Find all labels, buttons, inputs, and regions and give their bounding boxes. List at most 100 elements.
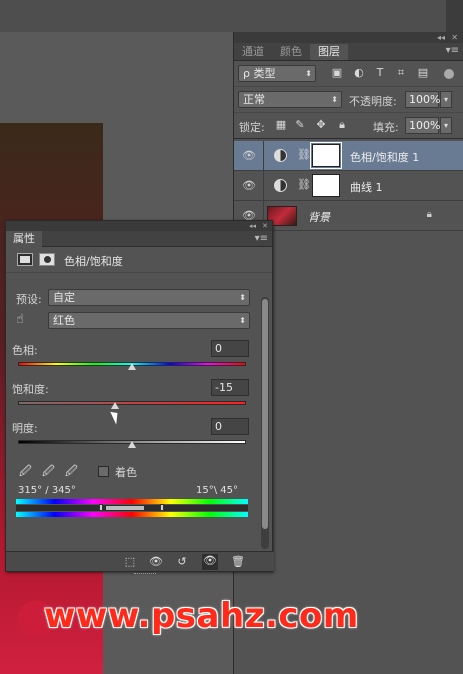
- saturation-label: 饱和度:: [12, 383, 49, 396]
- image-filter-icon[interactable]: ▣: [330, 66, 344, 80]
- toggle-visibility-icon[interactable]: 👁︎: [202, 554, 218, 570]
- range-right-text: 15°\ 45°: [196, 485, 238, 496]
- saturation-slider-track[interactable]: [18, 401, 246, 405]
- visibility-eye-icon[interactable]: 👁︎: [242, 179, 256, 192]
- hue-input[interactable]: 0: [211, 340, 249, 357]
- eyedropper-minus-icon[interactable]: 🖉︎: [65, 462, 78, 483]
- range-left-text: 315° / 345°: [18, 485, 76, 496]
- input-color-bar: [16, 499, 248, 504]
- chevron-updown-icon: ⬍: [239, 293, 246, 302]
- range-selection[interactable]: [106, 506, 144, 510]
- shape-filter-icon[interactable]: ⌗: [394, 66, 408, 80]
- layer-row-hue-saturation[interactable]: 👁︎ ⛓︎ 色相/饱和度 1: [234, 141, 463, 171]
- blend-mode-dropdown[interactable]: 正常 ⬍: [238, 91, 342, 108]
- colorize-checkbox[interactable]: [98, 466, 109, 477]
- properties-panel: ◂◂ ✕ 属性 ▾≡ 色相/饱和度 预设: 自定 ⬍ ☝︎ 红色 ⬍ 色相: 0…: [5, 220, 274, 574]
- close-icon[interactable]: ✕: [451, 32, 458, 43]
- layer-mask-thumbnail[interactable]: [312, 174, 340, 197]
- preset-dropdown[interactable]: 自定 ⬍: [48, 289, 250, 306]
- targeted-adjustment-hand-icon[interactable]: ☝︎: [16, 312, 24, 327]
- layers-panel-tabs: 通道 颜色 图层 ▾≡: [234, 43, 463, 61]
- panel-menu-icon[interactable]: ▾≡: [446, 45, 459, 56]
- saturation-input[interactable]: -15: [211, 379, 249, 396]
- delete-trash-icon[interactable]: 🗑︎: [230, 555, 246, 568]
- properties-footer: ⬚ 👁︎ ↺ 👁︎ 🗑︎: [6, 551, 274, 574]
- opacity-dropdown-arrow[interactable]: ▾: [440, 91, 452, 108]
- fill-label: 填充:: [373, 121, 399, 134]
- channel-value: 红色: [53, 314, 75, 327]
- range-marker-right[interactable]: [160, 504, 164, 511]
- close-icon[interactable]: ✕: [262, 221, 268, 231]
- visibility-eye-icon[interactable]: 👁︎: [242, 149, 256, 162]
- search-icon: ρ: [243, 67, 254, 80]
- chevron-updown-icon: ⬍: [239, 316, 246, 325]
- layer-name[interactable]: 背景: [308, 209, 330, 225]
- clip-to-layer-icon[interactable]: ⬚: [122, 555, 138, 568]
- lightness-slider-thumb[interactable]: [128, 441, 136, 448]
- layer-mask-thumbnail[interactable]: [310, 142, 342, 169]
- layers-panel-topbar: ◂◂ ✕: [234, 32, 463, 43]
- eyedropper-icon[interactable]: 🖉︎: [19, 462, 32, 483]
- tab-channels[interactable]: 通道: [234, 44, 272, 60]
- scrollbar-thumb[interactable]: [262, 299, 268, 529]
- resize-grip[interactable]: [134, 573, 156, 576]
- layer-name[interactable]: 色相/饱和度 1: [350, 149, 419, 165]
- hue-label: 色相:: [12, 344, 38, 357]
- properties-scrollbar[interactable]: [261, 297, 269, 549]
- properties-tabbar: 属性 ▾≡: [6, 231, 272, 247]
- properties-body: 预设: 自定 ⬍ ☝︎ 红色 ⬍ 色相: 0 饱和度: -15 明度: 0 🖉︎…: [6, 274, 262, 552]
- chevron-updown-icon: ⬍: [331, 95, 338, 104]
- reset-icon[interactable]: ↺: [174, 555, 190, 568]
- collapse-icon[interactable]: ◂◂: [437, 32, 445, 43]
- smart-object-filter-icon[interactable]: ▤: [416, 66, 430, 80]
- output-color-bar: [16, 512, 248, 517]
- adjustment-layer-icon: [274, 179, 287, 192]
- collapse-icon[interactable]: ◂◂: [249, 221, 256, 231]
- blend-mode-value: 正常: [243, 93, 265, 106]
- properties-header: 色相/饱和度: [6, 247, 272, 273]
- saturation-slider-thumb[interactable]: [110, 402, 119, 409]
- tab-layers[interactable]: 图层: [310, 44, 348, 60]
- blend-opacity-row: 正常 ⬍ 不透明度: 100% ▾: [234, 87, 463, 113]
- layer-name[interactable]: 曲线 1: [350, 179, 383, 195]
- filter-type-dropdown[interactable]: ρ 类型 ⬍: [238, 65, 316, 82]
- layer-row-curves[interactable]: 👁︎ ⛓︎ 曲线 1: [234, 171, 463, 201]
- lock-position-icon[interactable]: ✥: [314, 118, 328, 132]
- layer-filter-row: ρ 类型 ⬍ ▣ ◐ T ⌗ ▤: [234, 61, 463, 87]
- lock-icon: 🔒︎: [426, 209, 432, 220]
- lightness-label: 明度:: [12, 422, 38, 435]
- opacity-input[interactable]: 100%: [405, 91, 440, 108]
- type-filter-icon[interactable]: T: [373, 66, 387, 80]
- lock-label: 锁定:: [239, 121, 265, 134]
- hue-slider-thumb[interactable]: [128, 363, 136, 370]
- fill-dropdown-arrow[interactable]: ▾: [440, 117, 452, 134]
- lock-all-icon[interactable]: 🔒︎: [335, 118, 349, 132]
- colorize-label: 着色: [115, 466, 137, 479]
- link-icon[interactable]: ⛓︎: [297, 178, 311, 191]
- fill-input[interactable]: 100%: [405, 117, 440, 134]
- filter-toggle-icon[interactable]: [444, 69, 454, 79]
- link-icon[interactable]: ⛓︎: [297, 148, 311, 161]
- lightness-input[interactable]: 0: [211, 418, 249, 435]
- filter-type-value: 类型: [253, 67, 276, 80]
- preset-value: 自定: [53, 291, 75, 304]
- range-marker-left[interactable]: [99, 504, 103, 511]
- channel-dropdown[interactable]: 红色 ⬍: [48, 312, 250, 329]
- adjustment-icon[interactable]: [17, 253, 33, 266]
- adjustment-filter-icon[interactable]: ◐: [352, 66, 366, 80]
- preset-label: 预设:: [16, 293, 42, 306]
- view-previous-icon[interactable]: 👁︎: [148, 555, 164, 568]
- tab-color[interactable]: 颜色: [272, 44, 310, 60]
- tab-properties[interactable]: 属性: [6, 231, 42, 247]
- chevron-updown-icon: ⬍: [305, 69, 312, 78]
- document-top-area: [0, 0, 446, 32]
- mask-icon[interactable]: [39, 253, 55, 266]
- site-watermark: www.psahz.com: [44, 596, 359, 636]
- adjustment-title: 色相/饱和度: [64, 255, 123, 268]
- lock-fill-row: 锁定: ▦ ✎ ✥ 🔒︎ 填充: 100% ▾: [234, 113, 463, 139]
- lock-paint-icon[interactable]: ✎: [293, 118, 307, 132]
- lock-transparent-icon[interactable]: ▦: [274, 118, 288, 132]
- panel-menu-icon[interactable]: ▾≡: [255, 233, 268, 244]
- opacity-label: 不透明度:: [349, 95, 397, 108]
- eyedropper-plus-icon[interactable]: 🖉︎: [42, 462, 55, 483]
